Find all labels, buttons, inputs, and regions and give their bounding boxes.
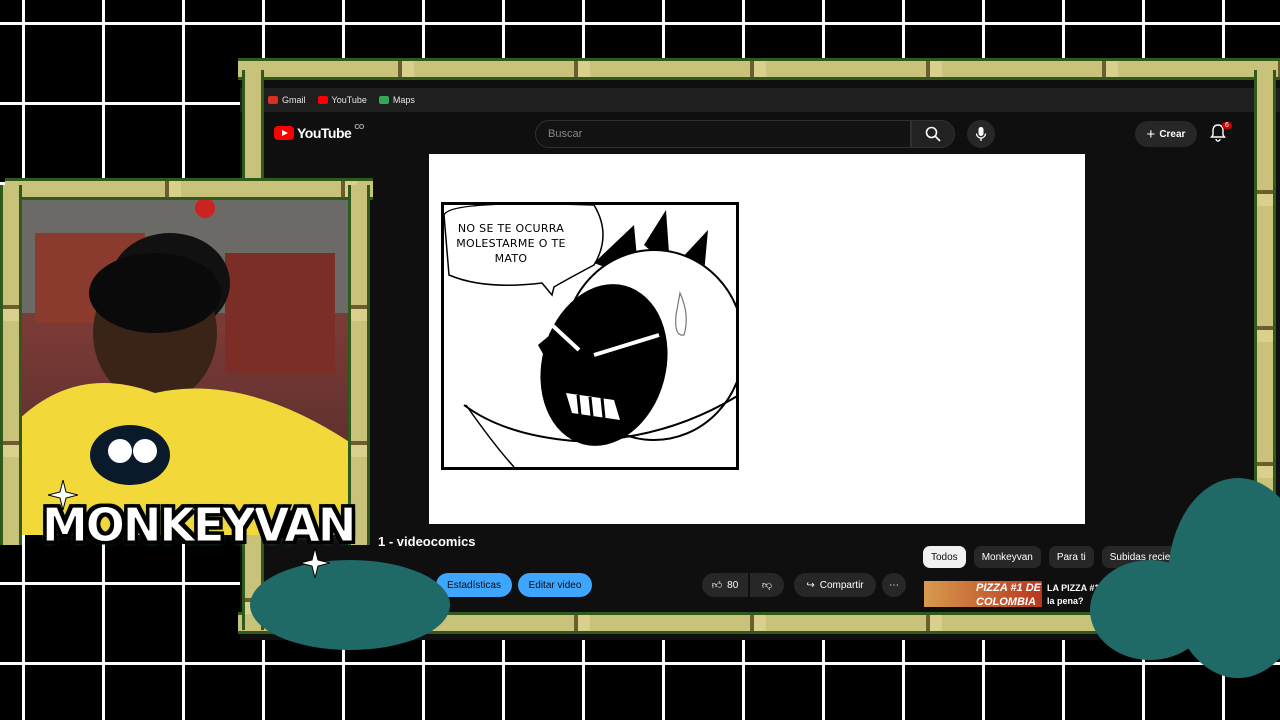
chip-todos[interactable]: Todos [923,546,966,568]
cam-frame-left [0,185,22,545]
bookmark-label: YouTube [331,95,367,105]
teal-decoration [250,560,450,650]
youtube-play-icon [274,126,294,140]
video-player[interactable]: NO SE TE OCURRA MOLESTARME O TE MATO [429,154,1085,524]
share-icon: ↪ [806,579,815,591]
bookmark-maps[interactable]: Maps [378,95,415,105]
recommended-video-thumbnail[interactable]: PIZZA #1 DE COLOMBIA [924,581,1042,607]
bookmark-label: Maps [392,95,415,105]
cam-frame-top [5,178,373,200]
maps-icon [378,96,389,104]
youtube-icon [317,96,328,104]
bookmark-label: Gmail [282,95,306,105]
stats-label: Estadísticas [447,579,501,591]
logo-text: YouTube [297,125,352,141]
microphone-icon [975,127,987,141]
dislike-button[interactable]: 👎︎ [750,573,784,597]
speech-bubble-text: NO SE TE OCURRA MOLESTARME O TE MATO [456,222,566,265]
logo-country: CO [354,123,364,131]
chip-label: Para ti [1056,551,1086,563]
share-label: Compartir [819,579,864,591]
sparkle-icon [48,480,78,510]
more-icon: ⋯ [889,579,899,591]
bookmarks-bar: Gmail YouTube Maps [240,88,1280,112]
thumbs-up-icon: 👍︎ [711,580,723,591]
search-placeholder: Buscar [548,128,583,140]
plus-icon: + [1146,125,1156,143]
chip-label: Monkeyvan [981,551,1033,563]
chip-para-ti[interactable]: Para ti [1048,546,1094,568]
thumbnail-text: PIZZA #1 DE COLOMBIA [976,582,1041,607]
search-button[interactable] [911,120,955,148]
search-input[interactable]: Buscar [535,120,911,148]
voice-search-button[interactable] [967,120,995,148]
bookmark-gmail[interactable]: Gmail [268,95,306,105]
like-count: 80 [727,579,739,591]
chip-label: Todos [931,551,958,563]
monkeyvan-logo: MONKEYVAN [41,498,356,553]
cam-frame-right [348,185,370,545]
gmail-icon [268,96,278,104]
bamboo-frame-top [238,58,1280,80]
share-button[interactable]: ↪ Compartir [794,573,876,597]
youtube-logo[interactable]: YouTube CO [274,123,364,141]
create-label: Crear [1159,128,1186,140]
more-actions-button[interactable]: ⋯ [882,573,906,597]
chip-monkeyvan[interactable]: Monkeyvan [973,546,1041,568]
notification-badge: 6 [1222,122,1232,129]
edit-video-label: Editar video [528,579,582,591]
create-button[interactable]: + Crear [1135,121,1197,147]
like-button[interactable]: 👍︎ 80 [702,573,748,597]
edit-video-button[interactable]: Editar video [518,573,592,597]
teal-decoration [1090,560,1210,660]
video-title: 1 - videocomics [378,534,476,549]
bookmark-youtube[interactable]: YouTube [317,95,367,105]
comic-panel: NO SE TE OCURRA MOLESTARME O TE MATO [441,202,739,470]
sparkle-icon [300,548,330,578]
youtube-header: YouTube CO Buscar + Crear 6 [240,112,1280,154]
search-icon [925,126,941,142]
browser-window: Gmail YouTube Maps YouTube CO Buscar + C… [240,60,1280,640]
thumbs-down-icon: 👎︎ [761,580,773,591]
stats-button[interactable]: Estadísticas [436,573,512,597]
